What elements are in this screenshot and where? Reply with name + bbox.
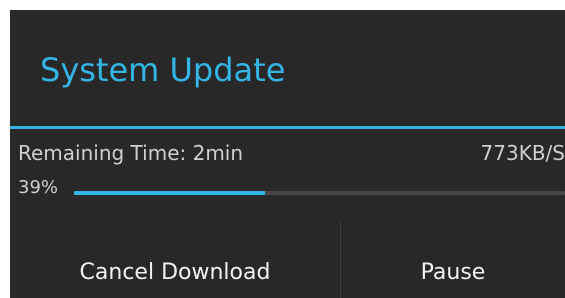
download-speed-text: 773KB/S bbox=[480, 141, 565, 165]
remaining-time-text: Remaining Time: 2min bbox=[18, 141, 244, 165]
download-progress-bar bbox=[74, 191, 565, 195]
system-update-dialog: System Update Remaining Time: 2min 773KB… bbox=[10, 10, 565, 298]
progress-percent-text: 39% bbox=[18, 177, 59, 198]
download-progress-fill bbox=[74, 191, 266, 195]
cancel-download-button[interactable]: Cancel Download bbox=[10, 218, 340, 298]
title-divider bbox=[10, 126, 565, 129]
dialog-title: System Update bbox=[40, 51, 286, 89]
dialog-button-bar: Cancel Download Pause bbox=[10, 218, 565, 298]
dialog-title-bar: System Update bbox=[10, 10, 565, 126]
pause-button[interactable]: Pause bbox=[341, 218, 565, 298]
